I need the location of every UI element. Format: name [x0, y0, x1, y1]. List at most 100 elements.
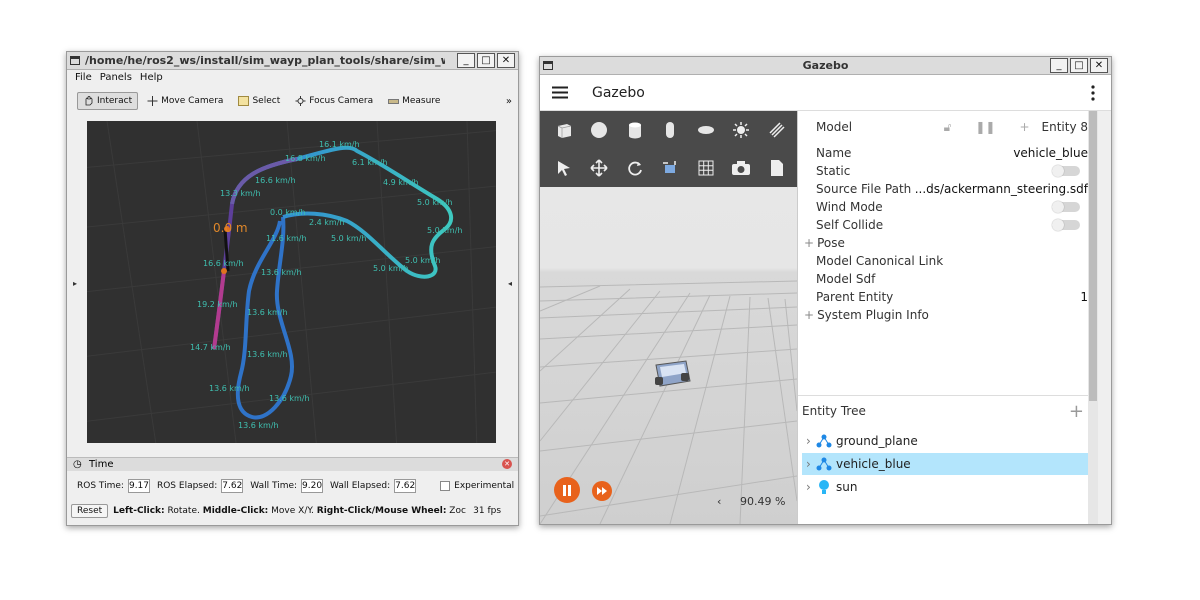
- pause-button[interactable]: [554, 477, 580, 503]
- speed-label: 4.9 km/h: [383, 178, 418, 187]
- time-readouts: ROS Time: 9.17 ROS Elapsed: 7.62 Wall Ti…: [67, 474, 518, 498]
- inspector-scrollbar[interactable]: [1088, 111, 1098, 524]
- measure-tool[interactable]: Measure: [382, 92, 446, 110]
- wind-row: Wind Mode: [816, 198, 1088, 216]
- model-icon: [816, 457, 832, 471]
- lock-icon[interactable]: 🔓︎: [944, 120, 952, 135]
- wind-toggle[interactable]: [1052, 201, 1080, 213]
- fps-readout: 31 fps: [473, 506, 502, 516]
- parent-row: Parent Entity 1: [816, 288, 1088, 306]
- speed-label: 16.8 km/h: [285, 154, 326, 163]
- collapse-stats-icon[interactable]: ‹: [717, 495, 721, 508]
- gazebo-window: Gazebo _ □ ✕ Gazebo ‹ 90.49 % Model 🔓︎ ❚…: [539, 56, 1112, 525]
- gazebo-3d-scene[interactable]: ‹ 90.49 %: [540, 111, 797, 524]
- pose-row[interactable]: + Pose: [804, 234, 1088, 252]
- tree-item-vehicle-blue[interactable]: › vehicle_blue: [802, 453, 1096, 475]
- rviz-3d-viewport[interactable]: 0.0 m 16.1 km/h 16.8 km/h 6.1 km/h 16.6 …: [67, 120, 518, 452]
- menu-file[interactable]: File: [75, 72, 92, 86]
- self-collide-toggle[interactable]: [1052, 219, 1080, 231]
- wall-elapsed-field[interactable]: 7.62: [394, 479, 417, 493]
- translate-icon[interactable]: [582, 149, 618, 187]
- self-collide-row: Self Collide: [816, 216, 1088, 234]
- interact-tool[interactable]: Interact: [77, 92, 139, 110]
- box-icon[interactable]: [546, 111, 582, 149]
- model-label: Model: [816, 120, 853, 134]
- marker-distance-label: 0.0 m: [213, 221, 248, 235]
- ellipsoid-icon[interactable]: [688, 111, 724, 149]
- right-dock-arrow-icon[interactable]: ◂: [508, 279, 512, 288]
- pause-inspector-icon[interactable]: ❚❚: [975, 120, 995, 134]
- tree-item-ground-plane[interactable]: › ground_plane: [802, 430, 1096, 452]
- wall-elapsed-label: Wall Elapsed:: [330, 481, 391, 491]
- add-component-icon[interactable]: +: [1019, 120, 1029, 134]
- select-arrow-icon[interactable]: [546, 149, 582, 187]
- time-panel-close-icon[interactable]: ✕: [502, 459, 512, 469]
- point-light-icon[interactable]: [724, 111, 760, 149]
- capsule-icon[interactable]: [653, 111, 689, 149]
- chevron-right-icon[interactable]: ›: [802, 434, 816, 448]
- menu-help[interactable]: Help: [140, 72, 163, 86]
- move-camera-tool[interactable]: Move Camera: [141, 92, 229, 110]
- rotate-icon[interactable]: [617, 149, 653, 187]
- close-button[interactable]: ✕: [1090, 58, 1108, 73]
- speed-label: 13.3 km/h: [220, 189, 261, 198]
- minimize-button[interactable]: _: [1050, 58, 1068, 73]
- middle-click-label: Middle-Click:: [202, 506, 269, 516]
- step-button[interactable]: [592, 481, 612, 501]
- wall-time-field[interactable]: 9.20: [301, 479, 324, 493]
- chevron-right-icon[interactable]: ›: [802, 480, 816, 494]
- reset-button[interactable]: Reset: [71, 504, 109, 518]
- time-panel-header: ◷ Time ✕: [67, 457, 518, 471]
- plugin-row[interactable]: + System Plugin Info: [804, 306, 1088, 324]
- directional-light-icon[interactable]: [759, 111, 795, 149]
- screenshot-camera-icon[interactable]: [724, 149, 760, 187]
- expand-icon[interactable]: +: [804, 236, 814, 250]
- expand-icon[interactable]: +: [804, 308, 814, 322]
- chevron-right-icon[interactable]: ›: [802, 457, 816, 471]
- static-row: Static: [816, 162, 1088, 180]
- hamburger-menu-icon[interactable]: [552, 86, 568, 99]
- tree-item-label: sun: [836, 480, 858, 494]
- scrollbar-thumb[interactable]: [1089, 111, 1097, 401]
- focus-camera-tool[interactable]: Focus Camera: [289, 92, 379, 110]
- menu-panels[interactable]: Panels: [100, 72, 132, 86]
- toolbar-overflow-icon[interactable]: »: [506, 96, 512, 107]
- ros-elapsed-label: ROS Elapsed:: [156, 481, 218, 491]
- path-visualization: 0.0 m 16.1 km/h 16.8 km/h 6.1 km/h 16.6 …: [67, 120, 518, 452]
- tree-item-label: ground_plane: [836, 434, 918, 448]
- hand-icon: [85, 96, 93, 106]
- ruler-icon: [388, 98, 400, 104]
- left-dock-arrow-icon[interactable]: ▸: [73, 279, 77, 288]
- ros-time-field[interactable]: 9.17: [127, 479, 150, 493]
- rviz-titlebar[interactable]: /home/he/ros2_ws/install/sim_wayp_plan_t…: [67, 52, 518, 70]
- select-tool[interactable]: Select: [232, 92, 286, 110]
- window-menu-icon[interactable]: [70, 56, 80, 65]
- more-options-icon[interactable]: [1091, 85, 1095, 101]
- tree-item-sun[interactable]: › sun: [802, 476, 1096, 498]
- app-title: Gazebo: [592, 85, 645, 101]
- maximize-button[interactable]: □: [1070, 58, 1088, 73]
- speed-label: 5.0 km/h: [373, 264, 408, 273]
- minimize-button[interactable]: _: [457, 53, 475, 68]
- shape-toolbar: [540, 111, 797, 187]
- transform-control-icon[interactable]: [653, 149, 689, 187]
- grid-config-icon[interactable]: [688, 149, 724, 187]
- cylinder-icon[interactable]: [617, 111, 653, 149]
- vehicle-model[interactable]: [655, 360, 691, 387]
- speed-label: 5.0 km/h: [405, 256, 440, 265]
- copy-icon[interactable]: [759, 149, 795, 187]
- sphere-icon[interactable]: [582, 111, 618, 149]
- select-label: Select: [252, 96, 281, 106]
- status-bar: Reset Left-Click: Rotate. Middle-Click: …: [67, 501, 518, 521]
- ros-elapsed-field[interactable]: 7.62: [221, 479, 244, 493]
- static-toggle[interactable]: [1052, 165, 1080, 177]
- window-title: Gazebo: [802, 59, 849, 72]
- pause-icon: [563, 484, 571, 496]
- gazebo-titlebar[interactable]: Gazebo _ □ ✕: [540, 57, 1111, 75]
- parent-label: Parent Entity: [816, 290, 894, 304]
- add-entity-icon[interactable]: +: [1069, 401, 1084, 422]
- experimental-checkbox[interactable]: [440, 481, 451, 491]
- maximize-button[interactable]: □: [477, 53, 495, 68]
- time-panel-title: Time: [89, 459, 114, 470]
- close-button[interactable]: ✕: [497, 53, 515, 68]
